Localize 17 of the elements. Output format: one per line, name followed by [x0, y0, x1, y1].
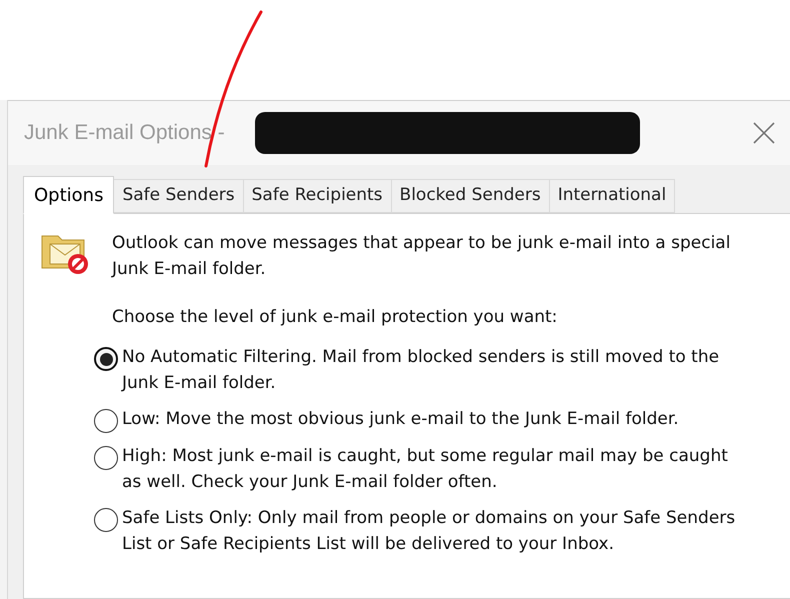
radio-button[interactable] — [94, 409, 118, 433]
tab[interactable]: Safe Senders — [114, 179, 244, 213]
radio-button[interactable] — [94, 508, 118, 532]
window-title: Junk E-mail Options - — [24, 120, 225, 146]
prompt-text: Choose the level of junk e-mail protection you want: — [112, 306, 558, 329]
tab[interactable]: Blocked Senders — [392, 179, 550, 213]
intro-text: Outlook can move messages that appear to be junk e-mail into a special Junk E-mail folder. — [112, 232, 732, 281]
option-label: No Automatic Filtering. Mail from blocked senders is still moved to the Junk E-mail folder. — [122, 346, 720, 395]
option-label: Low: Move the most obvious junk e-mail to the Junk E-mail folder. — [122, 408, 679, 431]
tab[interactable]: International — [550, 179, 676, 213]
close-icon — [753, 122, 775, 144]
radio-button[interactable] — [94, 446, 118, 470]
option-label: High: Most junk e-mail is caught, but some regular mail may be caught as well. Check your Junk E-mail folder often. — [122, 445, 729, 494]
option-label: Safe Lists Only: Only mail from people or domains on your Safe Senders List or Safe Recipients List will be delivered to your Inbox. — [122, 507, 736, 556]
tab[interactable]: Safe Recipients — [244, 179, 392, 213]
radio-button[interactable] — [94, 347, 118, 371]
tab[interactable]: Options — [23, 176, 114, 214]
